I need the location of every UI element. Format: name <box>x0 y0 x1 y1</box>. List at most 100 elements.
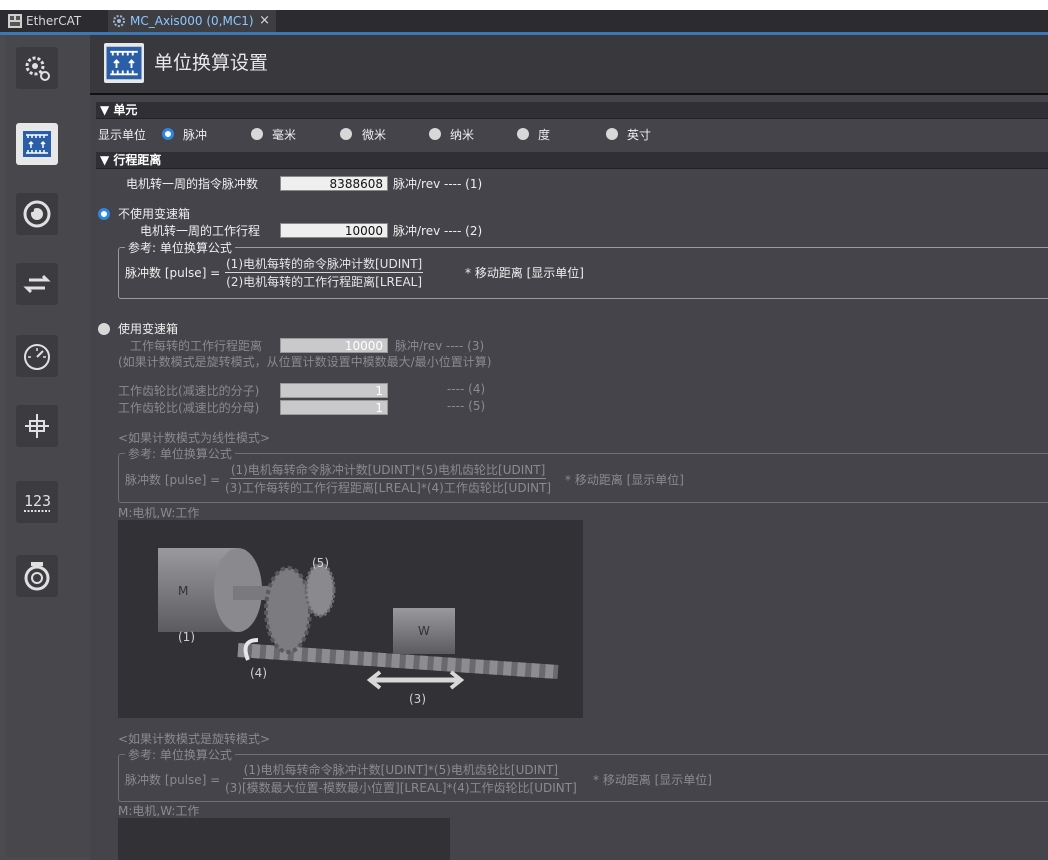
window-top-strip <box>0 0 1048 10</box>
unit-option-label: 脉冲 <box>183 128 208 142</box>
gear-work-travel-label: 工作每转的工作行程距离 <box>130 339 263 353</box>
direction-settings-button[interactable] <box>16 263 58 305</box>
unit-radio-mm[interactable] <box>251 128 263 140</box>
unit-radio-um[interactable] <box>340 128 352 140</box>
fig-label-3: (3) <box>409 692 426 706</box>
linear-formula-denominator: (3)工作每转的工作行程距离[LREAL]*(4)工作齿轮比[UDINT] <box>225 481 552 495</box>
unit-radio-degree[interactable] <box>517 128 529 140</box>
display-unit-label: 显示单位 <box>98 128 147 142</box>
gear-ratio-numerator-ref: ---- (4) <box>447 382 486 396</box>
fig-label-4: (4) <box>250 666 267 680</box>
rotary-formula-rhs: * 移动距离 [显示单位] <box>593 773 712 787</box>
formula-fraction: (1)电机每转的命令脉冲计数[UDINT] (2)电机每转的工作行程距离[LRE… <box>225 255 424 290</box>
close-icon[interactable]: × <box>259 10 270 32</box>
unit-option-label: 度 <box>538 128 551 142</box>
gear-work-travel-input[interactable]: 10000 <box>280 338 388 353</box>
unit-radio-inch[interactable] <box>606 128 618 140</box>
ethercat-icon <box>8 14 22 28</box>
unit-section-header[interactable]: ▼ 单元 <box>96 102 1048 119</box>
pulses-per-rev-label: 电机转一周的指令脉冲数 <box>126 177 259 191</box>
formula-box: 参考: 单位换算公式 脉冲数 [pulse] = (1)电机每转的命令脉冲计数[… <box>118 239 1048 299</box>
fig-label-1: (1) <box>178 630 195 644</box>
formula-denominator: (2)电机每转的工作行程距离[LREAL] <box>226 275 423 289</box>
linear-formula-numerator: (1)电机每转命令脉冲计数[UDINT]*(5)电机齿轮比[UDINT] <box>229 463 547 479</box>
gear-ratio-denominator-label: 工作齿轮比(减速比的分母) <box>118 401 260 415</box>
unit-option-label: 英寸 <box>627 128 652 142</box>
rotary-formula-fraction: (1)电机每转命令脉冲计数[UDINT]*(5)电机齿轮比[UDINT] (3)… <box>225 761 577 796</box>
unit-option-label: 纳米 <box>450 128 475 142</box>
rotary-formula-denominator: (3)[模数最大位置-模数最小位置][LREAL]*(4)工作齿轮比[UDINT… <box>225 781 577 795</box>
speedometer-icon <box>24 344 50 370</box>
rotary-diagram <box>118 818 450 860</box>
gear-ratio-numerator-input[interactable]: 1 <box>280 383 388 398</box>
gear-ratio-denominator-ref: ---- (5) <box>447 399 486 413</box>
page-title: 单位换算设置 <box>154 52 269 74</box>
limit-settings-button[interactable] <box>16 405 58 447</box>
pulses-per-rev-unit: 脉冲/rev ---- (1) <box>393 177 483 191</box>
rotary-formula-numerator: (1)电机每转命令脉冲计数[UDINT]*(5)电机齿轮比[UDINT] <box>242 763 560 779</box>
figure-caption: M:电机,W:工作 <box>118 506 200 520</box>
unit-radio-nm[interactable] <box>429 128 441 140</box>
tab-bar: EtherCAT MC_Axis000 (0,MC1) × <box>0 10 1048 32</box>
use-gearbox-radio[interactable] <box>98 323 110 335</box>
pulses-per-rev-input[interactable]: 8388608 <box>280 176 388 191</box>
unit-conversion-icon <box>104 43 144 83</box>
formula-lhs: 脉冲数 [pulse] = <box>125 266 221 280</box>
axis-basic-settings-button[interactable] <box>16 47 58 89</box>
tab-mc-axis[interactable]: MC_Axis000 (0,MC1) × <box>108 10 276 32</box>
gear-settings-icon <box>25 56 50 81</box>
fig-label-5: (5) <box>312 556 329 570</box>
unit-radio-pulse[interactable] <box>162 128 174 140</box>
servo-drive-button[interactable] <box>16 555 58 597</box>
svg-text:123: 123 <box>24 492 51 510</box>
tab-ethercat-label: EtherCAT <box>26 14 82 28</box>
tab-ethercat[interactable]: EtherCAT <box>4 10 94 32</box>
rotary-formula-title: 参考: 单位换算公式 <box>125 746 235 763</box>
header-divider <box>90 93 1048 95</box>
linear-formula-rhs: * 移动距离 [显示单位] <box>565 473 684 487</box>
gear-work-travel-unit: 脉冲/rev ---- (3) <box>395 339 485 353</box>
settings-panel: 单位换算设置 ▼ 单元 显示单位 脉冲 毫米 微米 纳米 度 英寸 ▼ 行程距离… <box>90 35 1048 860</box>
work-travel-per-rev-label: 电机转一周的工作行程 <box>140 224 261 238</box>
no-gearbox-label: 不使用变速箱 <box>118 207 191 221</box>
rotary-mode-title: <如果计数模式是旋转模式> <box>118 732 271 746</box>
unit-option-label: 毫米 <box>272 128 297 142</box>
linear-formula-box: 参考: 单位换算公式 脉冲数 [pulse] = (1)电机每转命令脉冲计数[U… <box>118 445 1048 503</box>
rotary-mode-note: (如果计数模式是旋转模式，从位置计数设置中模数最大/最小位置计算) <box>118 355 492 369</box>
no-gearbox-radio[interactable] <box>98 208 110 220</box>
linear-formula-lhs: 脉冲数 [pulse] = <box>125 473 221 487</box>
gear-ratio-denominator-input[interactable]: 1 <box>280 400 388 415</box>
figure-caption-2: M:电机,W:工作 <box>118 804 200 818</box>
linear-mode-title: <如果计数模式为线性模式> <box>118 431 271 445</box>
speed-settings-button[interactable] <box>16 335 58 377</box>
operation-mode-icon <box>23 200 51 228</box>
gearbox-illustration <box>158 548 559 690</box>
gear-ratio-numerator-label: 工作齿轮比(减速比的分子) <box>118 384 260 398</box>
motor-label: M <box>178 584 189 598</box>
formula-rhs: * 移动距离 [显示单位] <box>465 266 584 280</box>
formula-numerator: (1)电机每转的命令脉冲计数[UDINT] <box>225 257 424 273</box>
tab-mc-axis-label: MC_Axis000 (0,MC1) <box>130 14 254 28</box>
work-travel-per-rev-input[interactable]: 10000 <box>280 223 388 238</box>
unit-conversion-icon <box>23 131 51 157</box>
linear-formula-title: 参考: 单位换算公式 <box>125 445 235 462</box>
page-header: 单位换算设置 <box>90 35 1048 93</box>
position-limit-icon <box>25 414 49 438</box>
position-count-button[interactable]: 123 <box>16 481 58 523</box>
rotary-formula-lhs: 脉冲数 [pulse] = <box>125 773 221 787</box>
rotary-formula-box: 参考: 单位换算公式 脉冲数 [pulse] = (1)电机每转命令脉冲计数[U… <box>118 746 1048 802</box>
linear-formula-fraction: (1)电机每转命令脉冲计数[UDINT]*(5)电机齿轮比[UDINT] (3)… <box>225 461 551 496</box>
use-gearbox-label: 使用变速箱 <box>118 322 179 336</box>
numeric-display-icon: 123 <box>24 492 51 512</box>
work-label: W <box>418 624 430 638</box>
unit-option-label: 微米 <box>362 128 387 142</box>
axis-gear-icon <box>113 15 125 27</box>
work-travel-unit: 脉冲/rev ---- (2) <box>393 224 483 238</box>
gearbox-diagram: M W (1) (3) (4) (5) <box>118 520 583 718</box>
operation-settings-button[interactable] <box>16 193 58 235</box>
formula-box-title: 参考: 单位换算公式 <box>125 239 235 256</box>
left-toolbar: 123 <box>6 35 90 857</box>
unit-conversion-button[interactable] <box>16 123 58 165</box>
travel-section-header[interactable]: ▼ 行程距离 <box>96 152 1048 169</box>
direction-arrows-icon <box>23 274 51 294</box>
